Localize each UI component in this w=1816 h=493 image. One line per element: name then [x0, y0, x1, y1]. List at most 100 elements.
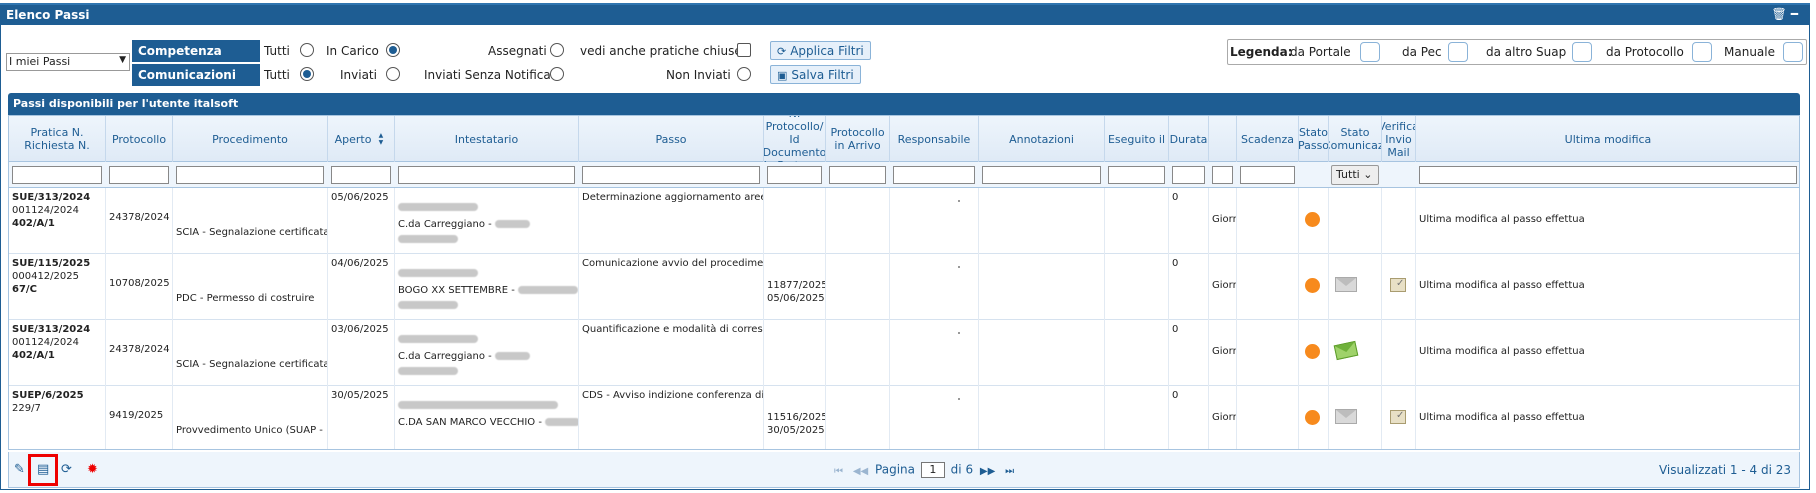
prev-page-icon[interactable]: ◀◀	[853, 466, 868, 477]
column-header[interactable]: Scadenza	[1237, 116, 1299, 162]
table-cell: CDS - Avviso indizione conferenza di ser…	[579, 386, 764, 449]
table-cell	[1237, 386, 1299, 449]
sort-icon[interactable]: ▲▼	[374, 132, 387, 146]
chevron-down-icon: ⌄	[1359, 168, 1373, 181]
vedi-chiuse-label: vedi anche pratiche chiuse	[580, 44, 742, 58]
column-header[interactable]: Verifica Invio Mail	[1382, 116, 1416, 162]
table-cell: Ultima modifica al passo effettua	[1416, 320, 1799, 386]
column-header[interactable]: Stato Passo	[1299, 116, 1329, 162]
competenza-incarico-radio[interactable]	[386, 43, 400, 57]
column-filter-input[interactable]	[1419, 166, 1797, 184]
stato-comunicazione-filter-select[interactable]: Tutti ⌄	[1331, 165, 1379, 185]
column-header[interactable]: Eseguito il	[1105, 116, 1169, 162]
column-filter-input[interactable]	[982, 166, 1101, 184]
column-header[interactable]: Protocollo in Arrivo	[826, 116, 890, 162]
settings-icon[interactable]: ✹	[87, 462, 98, 477]
mail-verified-icon[interactable]	[1390, 409, 1406, 424]
comunicazioni-label: Comunicazioni	[132, 64, 260, 86]
table-cell	[1382, 254, 1416, 320]
table-cell: Giorni	[1209, 386, 1237, 449]
chevron-down-icon: ▼	[119, 55, 126, 65]
competenza-tutti-radio[interactable]	[300, 43, 314, 57]
page-number-input[interactable]: 1	[920, 462, 945, 478]
table-cell: 11516/2025 30/05/2025	[764, 386, 826, 449]
table-cell: 0	[1169, 188, 1209, 254]
competenza-tutti-label: Tutti	[264, 44, 290, 58]
envelope-icon[interactable]	[1335, 409, 1357, 424]
trash-icon[interactable]: 🗑	[1772, 7, 1791, 21]
table-row[interactable]: SUE/313/2024 001124/2024 402/A/1 24378/2024…	[9, 320, 1799, 386]
column-filter-input[interactable]	[829, 166, 886, 184]
save-filters-button[interactable]: ▣ Salva Filtri	[770, 65, 861, 84]
stato-passo-icon	[1305, 212, 1320, 227]
column-filter-input[interactable]	[1108, 166, 1165, 184]
column-filter-input[interactable]	[1240, 166, 1295, 184]
column-filter-input[interactable]	[176, 166, 324, 184]
envelope-icon[interactable]	[1335, 277, 1357, 292]
minimize-icon[interactable]: ━	[1791, 7, 1802, 21]
edit-icon[interactable]: ✎	[14, 462, 25, 477]
envelope-icon[interactable]	[1333, 340, 1359, 361]
column-header[interactable]: Responsabile	[890, 116, 979, 162]
table-cell	[1299, 254, 1329, 320]
passi-select[interactable]: I miei Passi ▼	[6, 53, 130, 71]
next-page-icon[interactable]: ▶▶	[980, 466, 995, 477]
table-row[interactable]: SUE/115/2025 000412/2025 67/C 10708/2025 PDC…	[9, 254, 1799, 320]
column-filter-input[interactable]	[12, 166, 102, 184]
column-header[interactable]: Intestatario	[395, 116, 579, 162]
table-cell	[1382, 386, 1416, 449]
window-header: Elenco Passi 🗑━	[0, 3, 1810, 25]
table-row[interactable]: SUEP/6/2025 229/7 9419/2025 Provvedimento U…	[9, 386, 1799, 449]
column-filter-input[interactable]	[398, 166, 575, 184]
column-header[interactable]: N. Protocollo/ Id Documento in Partenza	[764, 116, 826, 162]
competenza-assegnati-radio[interactable]	[550, 43, 564, 57]
table-cell	[1105, 188, 1169, 254]
table-row[interactable]: SUE/313/2024 001124/2024 402/A/1 24378/2024…	[9, 188, 1799, 254]
table-cell: Ultima modifica al passo effettua	[1416, 386, 1799, 449]
column-filter-input[interactable]	[109, 166, 169, 184]
stato-passo-icon	[1305, 278, 1320, 293]
mail-verified-icon[interactable]	[1390, 277, 1406, 292]
legend-manuale-swatch	[1783, 42, 1803, 62]
apply-filters-button[interactable]: ⟳ Applica Filtri	[770, 41, 871, 60]
competenza-incarico-label: In Carico	[326, 44, 379, 58]
table-cell	[979, 386, 1105, 449]
column-filter-input[interactable]	[582, 166, 760, 184]
window-title: Elenco Passi	[6, 8, 90, 22]
column-header[interactable]: Ultima modifica	[1416, 116, 1799, 162]
comunicazioni-senza-notifica-radio[interactable]	[550, 67, 564, 81]
refresh-icon[interactable]: ⟳	[61, 462, 72, 477]
vedi-chiuse-checkbox[interactable]	[737, 43, 751, 57]
column-header[interactable]	[1209, 116, 1237, 162]
legend-protocollo-swatch	[1692, 42, 1712, 62]
column-filter-input[interactable]	[893, 166, 975, 184]
pager-total: di 6	[950, 462, 974, 477]
column-header[interactable]: Durata	[1169, 116, 1209, 162]
column-filter-input[interactable]	[1212, 166, 1233, 184]
table-cell: Determinazione aggiornamento aree standa…	[579, 188, 764, 254]
table-cell: Giorni	[1209, 254, 1237, 320]
highlight-box	[28, 454, 58, 486]
column-filter-input[interactable]	[1172, 166, 1205, 184]
table-cell: SCIA - Segnalazione certificata di inizi…	[173, 188, 328, 254]
column-header[interactable]: Stato Comunicaz.	[1329, 116, 1382, 162]
table-cell	[764, 188, 826, 254]
column-header[interactable]: Annotazioni	[979, 116, 1105, 162]
column-header[interactable]: Pratica N. Richiesta N.	[9, 116, 106, 162]
column-header[interactable]: Protocollo	[106, 116, 173, 162]
column-filter-input[interactable]	[331, 166, 391, 184]
comunicazioni-non-inviati-radio[interactable]	[737, 67, 751, 81]
comunicazioni-non-inviati-label: Non Inviati	[666, 68, 731, 82]
table-cell	[1299, 188, 1329, 254]
column-header[interactable]: Aperto ▲▼	[328, 116, 395, 162]
first-page-icon[interactable]: ⏮	[834, 466, 843, 477]
table-cell	[1329, 320, 1382, 386]
column-header[interactable]: Procedimento	[173, 116, 328, 162]
comunicazioni-inviati-radio[interactable]	[386, 67, 400, 81]
column-header[interactable]: Passo	[579, 116, 764, 162]
comunicazioni-tutti-radio[interactable]	[300, 67, 314, 81]
table-cell: SUEP/6/2025 229/7	[9, 386, 106, 449]
refresh-icon: ⟳	[777, 45, 787, 58]
last-page-icon[interactable]: ⏭	[1005, 466, 1014, 477]
column-filter-input[interactable]	[767, 166, 822, 184]
